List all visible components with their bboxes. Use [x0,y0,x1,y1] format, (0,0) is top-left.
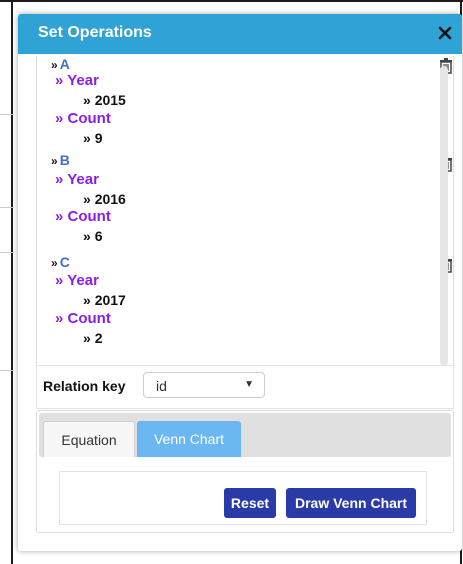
field-value-count: » 2 [83,330,102,346]
field-label-text: Year [67,72,99,89]
tab-venn-chart[interactable]: Venn Chart [137,421,241,457]
background-divider [0,252,14,253]
dialog-titlebar[interactable]: Set Operations [18,14,462,54]
field-value-text: 2015 [94,92,126,108]
background-divider [0,370,14,371]
chevron-icon: » [55,171,64,188]
field-label-text: Count [67,310,111,327]
tabs-bar: Equation Venn Chart [39,413,451,457]
chevron-icon: » [55,272,64,289]
set-name: » B [51,152,70,168]
tab-content-panel: Reset Draw Venn Chart [59,471,427,525]
chevron-icon: » [55,110,64,127]
field-label-text: Count [67,208,111,225]
chevron-icon: » [83,330,91,346]
reset-button[interactable]: Reset [224,488,276,518]
field-label-text: Count [67,110,111,127]
draw-venn-chart-button[interactable]: Draw Venn Chart [286,488,416,518]
tabs-container: Equation Venn Chart Reset Draw Venn Char… [36,410,454,533]
chevron-icon: » [83,92,91,108]
dialog-title: Set Operations [38,24,152,41]
chevron-icon: » [55,310,64,327]
set-name: » A [51,56,70,72]
field-label-text: Year [67,171,99,188]
field-label-count: » Count [55,310,111,327]
field-value-year: » 2017 [83,292,126,308]
close-icon[interactable] [438,26,452,40]
chevron-icon: » [51,256,58,270]
chevron-down-icon: ▼ [244,379,254,390]
field-value-text: 2016 [94,191,126,207]
chevron-icon: » [83,228,91,244]
field-label-year: » Year [55,72,99,89]
field-value-text: 9 [94,130,103,146]
set-list-panel[interactable]: » A » Year » 2015 » Count » 9 » B » Year »… [36,56,454,376]
background-top-border [0,0,463,2]
chevron-icon: » [83,130,91,146]
relation-key-value: id [156,378,167,394]
chevron-icon: » [83,191,91,207]
field-value-count: » 9 [83,130,102,146]
field-label-count: » Count [55,110,111,127]
field-value-year: » 2016 [83,191,126,207]
chevron-icon: » [51,58,58,72]
chevron-icon: » [55,72,64,89]
field-value-text: 2017 [94,292,126,308]
set-name-label: A [59,56,70,72]
field-value-text: 2 [94,330,103,346]
relation-key-label: Relation key [43,378,126,394]
field-label-text: Year [67,272,99,289]
field-value-text: 6 [94,228,103,244]
set-name-label: B [59,152,70,168]
background-divider [0,207,14,208]
background-divider [0,114,14,115]
chevron-icon: » [55,208,64,225]
field-value-count: » 6 [83,228,102,244]
field-label-year: » Year [55,272,99,289]
chevron-icon: » [83,292,91,308]
field-label-year: » Year [55,171,99,188]
set-name: » C [51,254,70,270]
field-value-year: » 2015 [83,92,126,108]
chevron-icon: » [51,154,58,168]
field-label-count: » Count [55,208,111,225]
close-icon[interactable] [438,24,452,44]
relation-key-select[interactable]: id ▼ [143,372,265,398]
background-left-border [11,0,13,564]
set-name-label: C [59,254,70,270]
relation-key-row: Relation key id ▼ [36,365,454,409]
tab-equation[interactable]: Equation [43,421,135,457]
scrollbar[interactable] [440,66,448,366]
